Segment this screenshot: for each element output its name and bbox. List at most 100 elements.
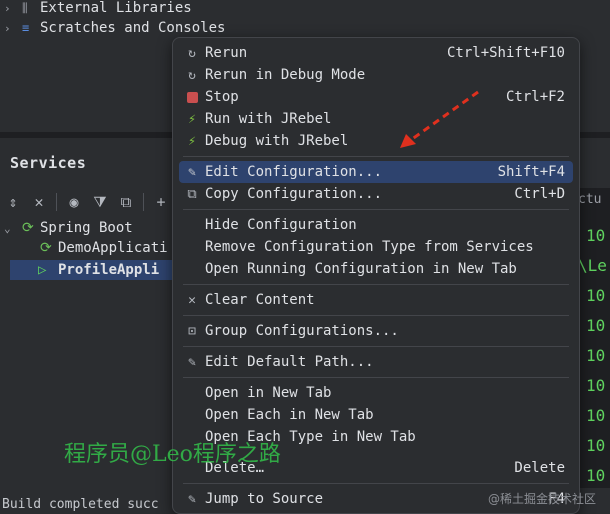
chevron-down-icon[interactable]: ⌄ xyxy=(4,222,22,235)
menu-item-delete[interactable]: Delete… Delete xyxy=(179,457,573,479)
menu-separator xyxy=(183,156,569,157)
tree-item-label: External Libraries xyxy=(40,0,192,16)
menu-item-label: Delete… xyxy=(205,460,265,476)
console-text: 10 xyxy=(586,316,606,335)
tree-item-label: DemoApplicati xyxy=(58,240,168,256)
menu-separator xyxy=(183,346,569,347)
console-text: 10 xyxy=(586,466,606,485)
spring-boot-icon: ⟳ xyxy=(22,220,34,236)
menu-item-open-each-in-new-tab[interactable]: Open Each in New Tab xyxy=(179,404,573,426)
tree-item-label: ProfileAppli xyxy=(58,262,160,278)
menu-item-label: Remove Configuration Type from Services xyxy=(205,239,534,255)
services-tree: ⌄ ⟳ Spring Boot ⟳ DemoApplicati ▷ Profil… xyxy=(0,218,180,488)
stop-icon xyxy=(179,90,205,105)
menu-item-label: Run with JRebel xyxy=(205,111,332,127)
menu-item-shortcut: Ctrl+D xyxy=(514,186,565,202)
menu-item-label: Open Running Configuration in New Tab xyxy=(205,261,517,277)
chevron-right-icon[interactable]: › xyxy=(4,22,22,35)
console-text: ctu xyxy=(578,192,602,207)
copy-icon: ⧉ xyxy=(187,186,197,202)
scratches-icon: ≡ xyxy=(22,21,30,35)
console-text: 10 xyxy=(586,286,606,305)
menu-item-label: Hide Configuration xyxy=(205,217,357,233)
add-icon[interactable]: + xyxy=(148,193,174,211)
menu-item-label: Open in New Tab xyxy=(205,385,332,401)
menu-item-label: Group Configurations... xyxy=(205,323,399,339)
menu-item-shortcut: Ctrl+Shift+F10 xyxy=(446,45,565,61)
menu-separator xyxy=(183,315,569,316)
menu-item-label: Rerun xyxy=(205,45,248,61)
edit-icon: ✎ xyxy=(188,354,196,370)
jrebel-run-icon: ⚡ xyxy=(188,111,196,127)
edit-icon: ✎ xyxy=(188,164,196,180)
menu-item-rerun-debug[interactable]: ↻ Rerun in Debug Mode xyxy=(179,64,573,86)
clear-icon: ✕ xyxy=(188,292,196,308)
chevron-right-icon[interactable]: › xyxy=(4,2,22,15)
rerun-debug-icon: ↻ xyxy=(188,67,196,83)
jrebel-debug-icon: ⚡ xyxy=(188,133,196,149)
filter-icon[interactable]: ⧩ xyxy=(87,193,113,211)
menu-item-copy-configuration[interactable]: ⧉ Copy Configuration... Ctrl+D xyxy=(179,183,573,205)
console-text: 10 xyxy=(586,346,606,365)
console-text: \Le xyxy=(578,256,607,275)
expand-all-icon[interactable]: ⇕ xyxy=(0,193,26,211)
menu-item-group-configurations[interactable]: ⊡ Group Configurations... xyxy=(179,320,573,342)
menu-item-label: Edit Default Path... xyxy=(205,354,374,370)
run-triangle-icon: ▷ xyxy=(38,262,47,278)
menu-item-label: Open Each in New Tab xyxy=(205,407,374,423)
toolbar-separator xyxy=(143,193,144,211)
menu-separator xyxy=(183,209,569,210)
menu-separator xyxy=(183,284,569,285)
console-text: 10 xyxy=(586,226,606,245)
context-menu: ↻ Rerun Ctrl+Shift+F10 ↻ Rerun in Debug … xyxy=(172,37,580,514)
menu-item-remove-configuration-type[interactable]: Remove Configuration Type from Services xyxy=(179,236,573,258)
services-toolbar: ⇕ ✕ ◉ ⧩ ⧉ + xyxy=(0,188,180,216)
status-text: Build completed succ xyxy=(2,497,159,512)
menu-item-open-in-new-tab[interactable]: Open in New Tab xyxy=(179,382,573,404)
menu-item-debug-jrebel[interactable]: ⚡ Debug with JRebel xyxy=(179,130,573,152)
new-tab-icon[interactable]: ⧉ xyxy=(113,193,139,211)
tree-item-scratches[interactable]: › ≡ Scratches and Consoles xyxy=(4,18,225,38)
menu-item-stop[interactable]: Stop Ctrl+F2 xyxy=(179,86,573,108)
menu-item-clear-content[interactable]: ✕ Clear Content xyxy=(179,289,573,311)
menu-item-shortcut: Shift+F4 xyxy=(497,164,565,180)
tree-item-demo-application[interactable]: ⟳ DemoApplicati xyxy=(40,238,168,258)
menu-separator xyxy=(183,483,569,484)
collapse-all-icon[interactable]: ✕ xyxy=(26,193,52,211)
watermark-site: @稀土掘金技术社区 xyxy=(488,492,597,506)
annotation-arrow-icon xyxy=(400,90,479,148)
spring-app-icon: ⟳ xyxy=(40,240,52,256)
services-title: Services xyxy=(10,154,87,172)
menu-item-open-running-in-new-tab[interactable]: Open Running Configuration in New Tab xyxy=(179,258,573,280)
rerun-icon: ↻ xyxy=(188,45,196,61)
menu-item-rerun[interactable]: ↻ Rerun Ctrl+Shift+F10 xyxy=(179,42,573,64)
menu-item-hide-configuration[interactable]: Hide Configuration xyxy=(179,214,573,236)
console-text: 10 xyxy=(586,436,606,455)
console-text: 10 xyxy=(586,406,606,425)
menu-item-shortcut: Ctrl+F2 xyxy=(505,89,565,105)
tree-item-external-libraries[interactable]: › ⫼ External Libraries xyxy=(4,0,192,18)
menu-item-label: Debug with JRebel xyxy=(205,133,349,149)
menu-item-label: Rerun in Debug Mode xyxy=(205,67,366,83)
menu-item-label: Clear Content xyxy=(205,292,315,308)
tree-item-spring-boot[interactable]: ⌄ ⟳ Spring Boot xyxy=(4,218,133,238)
menu-item-edit-default-path[interactable]: ✎ Edit Default Path... xyxy=(179,351,573,373)
menu-item-edit-configuration[interactable]: ✎ Edit Configuration... Shift+F4 xyxy=(179,161,573,183)
menu-separator xyxy=(183,377,569,378)
toolbar-separator xyxy=(56,193,57,211)
eye-icon[interactable]: ◉ xyxy=(61,193,87,211)
jump-icon: ✎ xyxy=(188,491,196,507)
console-text: 10 xyxy=(586,376,606,395)
menu-item-label: Edit Configuration... xyxy=(205,164,383,180)
menu-item-open-each-type-in-new-tab[interactable]: Open Each Type in New Tab xyxy=(179,426,573,448)
tree-item-label: Spring Boot xyxy=(40,220,133,236)
library-icon: ⫼ xyxy=(22,0,28,15)
tree-item-profile-application[interactable]: ▷ ProfileAppli xyxy=(10,260,180,280)
folder-icon: ⊡ xyxy=(188,323,196,339)
menu-item-label: Open Each Type in New Tab xyxy=(205,429,416,445)
menu-item-label: Copy Configuration... xyxy=(205,186,383,202)
menu-item-run-jrebel[interactable]: ⚡ Run with JRebel xyxy=(179,108,573,130)
menu-item-shortcut: Delete xyxy=(514,460,565,476)
tree-item-label: Scratches and Consoles xyxy=(40,20,226,36)
console-output[interactable]: ctu 10 \Le 10 10 10 10 10 10 10 xyxy=(578,188,610,488)
